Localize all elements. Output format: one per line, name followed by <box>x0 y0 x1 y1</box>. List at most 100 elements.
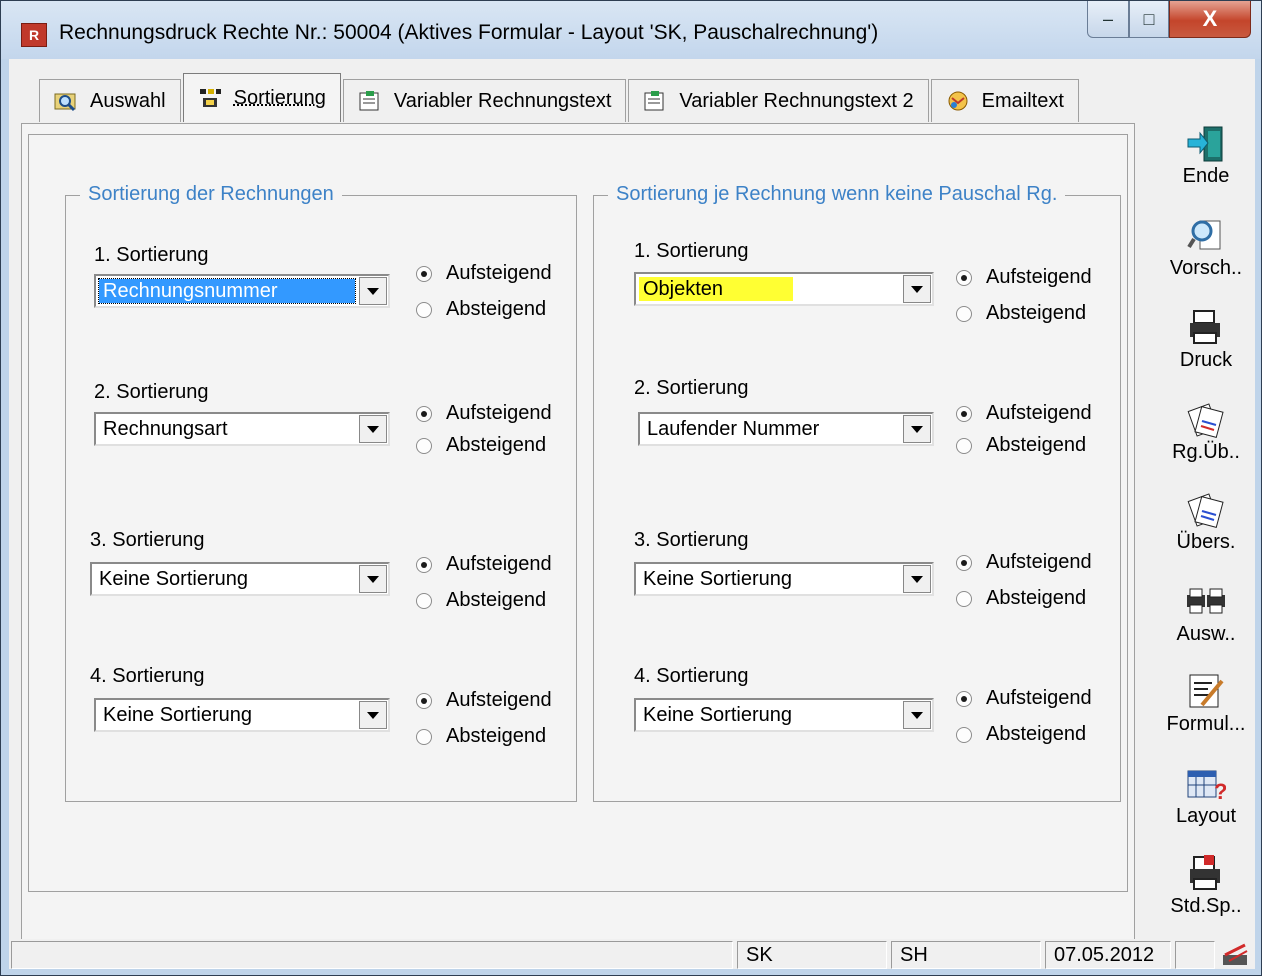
connection-icon <box>1223 943 1248 965</box>
chevron-down-icon[interactable] <box>359 415 387 443</box>
chevron-down-icon[interactable] <box>359 565 387 593</box>
radio-dot <box>956 269 972 286</box>
sort-3-desc-radio[interactable]: Absteigend <box>416 589 546 612</box>
combo-value: Keine Sortierung <box>103 704 252 726</box>
radio-dot <box>956 437 972 454</box>
status-user: SK <box>737 941 887 969</box>
sort-3-asc-radio[interactable]: Aufsteigend <box>416 553 552 576</box>
combo-value: Keine Sortierung <box>643 568 792 590</box>
sort-4-desc-radio[interactable]: Absteigend <box>416 725 546 748</box>
close-button[interactable]: X <box>1169 1 1251 38</box>
minimize-button[interactable]: – <box>1087 1 1129 38</box>
radio-dot <box>416 265 432 282</box>
sort-4-asc-radio[interactable]: Aufsteigend <box>956 687 1092 710</box>
sort-4-desc-radio[interactable]: Absteigend <box>956 723 1086 746</box>
tab-label: Variabler Rechnungstext 2 <box>679 89 914 112</box>
sort-1-desc-radio[interactable]: Absteigend <box>956 302 1086 325</box>
toolbar-label: Std.Sp.. <box>1170 895 1242 917</box>
sort-1-asc-radio[interactable]: Aufsteigend <box>416 262 552 285</box>
sort-3-combo[interactable]: Keine Sortierung <box>90 562 390 596</box>
document-edit-icon <box>359 91 379 111</box>
sort-4-label: 4. Sortierung <box>90 665 205 687</box>
sort-invoices-legend: Sortierung der Rechnungen <box>80 183 342 206</box>
combo-value: Laufender Nummer <box>647 418 820 440</box>
invoice-transfer-icon <box>1187 403 1224 439</box>
chevron-down-icon[interactable] <box>903 565 931 593</box>
app-icon[interactable]: R <box>21 23 47 47</box>
tab-variabler-rechnungstext-2[interactable]: Variabler Rechnungstext 2 <box>628 79 929 122</box>
sort-per-invoice-group: Sortierung je Rechnung wenn keine Pausch… <box>593 183 1121 802</box>
sort-2-asc-radio[interactable]: Aufsteigend <box>956 402 1092 425</box>
sort-3-label: 3. Sortierung <box>90 529 205 551</box>
std-sp-button[interactable]: Std.Sp.. <box>1161 853 1251 918</box>
tab-label: Sortierung <box>233 86 326 109</box>
printer-icon <box>1190 310 1220 344</box>
sort-2-asc-radio[interactable]: Aufsteigend <box>416 402 552 425</box>
uebers-button[interactable]: Übers. <box>1161 489 1251 554</box>
sort-icon <box>199 89 221 107</box>
sort-4-combo[interactable]: Keine Sortierung <box>634 698 934 732</box>
tab-auswahl[interactable]: Auswahl <box>39 79 181 122</box>
radio-label: Absteigend <box>446 298 547 320</box>
radio-dot <box>416 556 432 573</box>
sort-1-combo[interactable]: Objekten <box>634 272 934 306</box>
status-extra <box>1175 941 1215 969</box>
combo-value: Rechnungsnummer <box>98 278 356 304</box>
sort-4-asc-radio[interactable]: Aufsteigend <box>416 689 552 712</box>
radio-label: Absteigend <box>446 589 547 611</box>
sort-4-label: 4. Sortierung <box>634 665 749 687</box>
chevron-down-icon[interactable] <box>359 701 387 729</box>
toolbar-label: Layout <box>1175 805 1237 827</box>
auswertung-button[interactable]: Ausw.. <box>1161 581 1251 646</box>
rg-ueb-button[interactable]: Rg.Üb.. <box>1161 399 1251 464</box>
radio-label: Absteigend <box>986 302 1087 324</box>
radio-label: Aufsteigend <box>446 689 552 711</box>
radio-label: Absteigend <box>446 434 547 456</box>
inner-panel: Sortierung der Rechnungen 1. Sortierung … <box>28 134 1128 892</box>
email-icon <box>948 91 968 111</box>
sort-2-combo[interactable]: Rechnungsart <box>94 412 390 446</box>
sort-3-combo[interactable]: Keine Sortierung <box>634 562 934 596</box>
command-toolbar: Ende Vorsch.. Druck Rg.Üb.. Übers. Ausw.… <box>1161 123 1251 935</box>
sort-4-combo[interactable]: Keine Sortierung <box>94 698 390 732</box>
sort-1-combo[interactable]: Rechnungsnummer <box>94 274 390 308</box>
status-branch: SH <box>891 941 1041 969</box>
combo-value: Keine Sortierung <box>643 704 792 726</box>
druck-button[interactable]: Druck <box>1161 307 1251 372</box>
preview-magnifier-icon <box>1187 220 1221 250</box>
radio-label: Aufsteigend <box>986 551 1092 573</box>
radio-dot <box>956 405 972 422</box>
radio-label: Absteigend <box>986 587 1087 609</box>
ende-button[interactable]: Ende <box>1161 123 1251 188</box>
tab-sortierung[interactable]: Sortierung <box>182 73 341 122</box>
sort-1-label: 1. Sortierung <box>634 240 749 262</box>
title-bar[interactable]: R Rechnungsdruck Rechte Nr.: 50004 (Akti… <box>1 1 1261 59</box>
chevron-down-icon[interactable] <box>359 277 387 305</box>
maximize-button[interactable]: □ <box>1129 1 1169 38</box>
chevron-down-icon[interactable] <box>903 275 931 303</box>
sort-2-label: 2. Sortierung <box>634 377 749 399</box>
combo-value: Keine Sortierung <box>99 568 248 590</box>
formular-button[interactable]: Formul... <box>1161 671 1251 736</box>
toolbar-label: Rg.Üb.. <box>1172 441 1240 463</box>
evaluation-printers-icon <box>1187 588 1225 614</box>
sort-2-desc-radio[interactable]: Absteigend <box>416 434 546 457</box>
layout-button[interactable]: ? Layout <box>1161 763 1251 828</box>
tab-emailtext[interactable]: Emailtext <box>930 79 1079 122</box>
sort-2-desc-radio[interactable]: Absteigend <box>956 434 1086 457</box>
sort-1-asc-radio[interactable]: Aufsteigend <box>956 266 1092 289</box>
radio-dot <box>956 554 972 571</box>
sort-3-asc-radio[interactable]: Aufsteigend <box>956 551 1092 574</box>
chevron-down-icon[interactable] <box>903 701 931 729</box>
sort-3-desc-radio[interactable]: Absteigend <box>956 587 1086 610</box>
tab-variabler-rechnungstext[interactable]: Variabler Rechnungstext <box>342 79 627 122</box>
vorschau-button[interactable]: Vorsch.. <box>1161 215 1251 280</box>
radio-label: Aufsteigend <box>446 402 552 424</box>
radio-dot <box>956 305 972 322</box>
sort-1-desc-radio[interactable]: Absteigend <box>416 298 546 321</box>
chevron-down-icon[interactable] <box>903 415 931 443</box>
toolbar-label: Vorsch.. <box>1169 257 1243 279</box>
status-date: 07.05.2012 <box>1045 941 1171 969</box>
sort-2-combo[interactable]: Laufender Nummer <box>638 412 934 446</box>
radio-label: Absteigend <box>446 725 547 747</box>
